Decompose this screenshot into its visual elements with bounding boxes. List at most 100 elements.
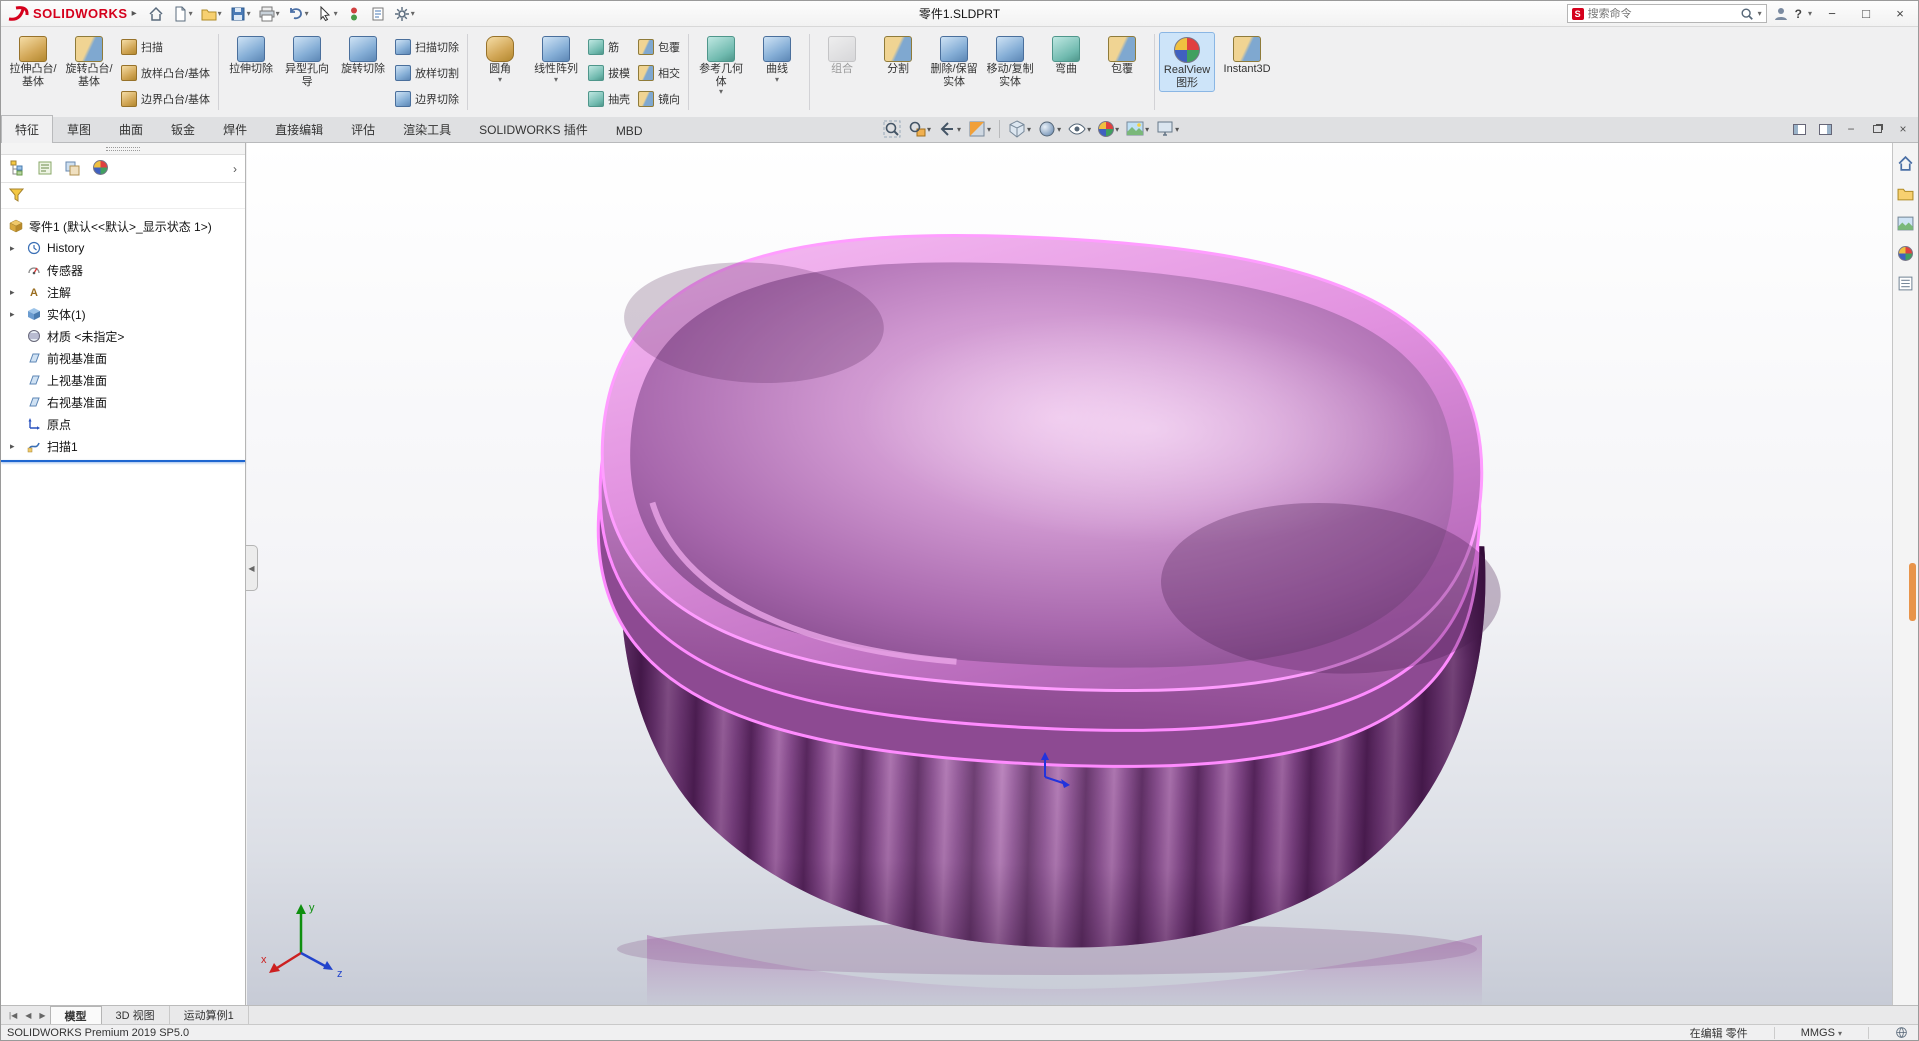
tab-evaluate[interactable]: 评估 <box>337 115 389 142</box>
draft-button[interactable]: 拔模 <box>584 60 634 86</box>
3d-views-tab[interactable]: 3D 视图 <box>102 1006 170 1024</box>
tree-item-material[interactable]: 材质 <未指定> <box>1 325 245 347</box>
new-document-button[interactable]: ▾ <box>169 4 196 24</box>
split-button[interactable]: 分割 <box>870 32 926 78</box>
expand-arrow-icon[interactable]: ▸ <box>10 441 15 452</box>
tree-item-history[interactable]: ▸ History <box>1 237 245 259</box>
rib-button[interactable]: 筋 <box>584 34 634 60</box>
panel-expand-arrow[interactable]: › <box>233 162 237 176</box>
revolve-boss-base-button[interactable]: 旋转凸台/基体 <box>61 32 117 90</box>
web-globe-icon[interactable] <box>1895 1026 1908 1039</box>
wrap-button[interactable]: 包覆 <box>634 34 684 60</box>
reference-geometry-button[interactable]: 参考几何体 ▾ <box>693 32 749 98</box>
pane-split-left-button[interactable] <box>1790 120 1808 138</box>
hole-wizard-button[interactable]: 异型孔向导 <box>279 32 335 90</box>
linear-pattern-button[interactable]: 线性阵列 ▾ <box>528 32 584 86</box>
featuremanager-tree-tab[interactable] <box>9 160 27 178</box>
display-style-button[interactable]: ▾ <box>1036 119 1063 139</box>
apply-scene-button[interactable]: ▾ <box>1124 119 1151 139</box>
revolved-cut-button[interactable]: 旋转切除 <box>335 32 391 78</box>
tab-surfaces[interactable]: 曲面 <box>105 115 157 142</box>
fillet-button[interactable]: 圆角 ▾ <box>472 32 528 86</box>
fillet-dropdown-arrow[interactable]: ▾ <box>498 75 502 84</box>
swept-boss-base-button[interactable]: 扫描 <box>117 34 214 60</box>
hide-show-items-button[interactable]: ▾ <box>1066 119 1093 139</box>
tab-solidworks-addins[interactable]: SOLIDWORKS 插件 <box>465 115 602 142</box>
reference-geometry-dropdown-arrow[interactable]: ▾ <box>719 88 723 96</box>
previous-view-button[interactable]: ▾ <box>936 119 963 139</box>
zoom-to-fit-button[interactable] <box>881 119 903 139</box>
design-library-tab[interactable] <box>1896 183 1916 203</box>
tree-item-sensors[interactable]: 传感器 <box>1 259 245 281</box>
scroll-right-button[interactable]: ▶ <box>35 1006 49 1024</box>
tree-item-sweep1[interactable]: ▸ 扫描1 <box>1 435 245 457</box>
tree-item-origin[interactable]: 原点 <box>1 413 245 435</box>
filter-funnel-icon[interactable] <box>9 188 24 203</box>
instant3d-button[interactable]: Instant3D <box>1215 32 1279 78</box>
tab-sketch[interactable]: 草图 <box>53 115 105 142</box>
tab-direct-editing[interactable]: 直接编辑 <box>261 115 337 142</box>
expand-arrow-icon[interactable]: ▸ <box>10 287 15 298</box>
motion-study-tab[interactable]: 运动算例1 <box>170 1006 249 1024</box>
combine-button[interactable]: 组合 <box>814 32 870 78</box>
tab-features[interactable]: 特征 <box>1 115 54 143</box>
user-account-icon[interactable] <box>1773 6 1789 22</box>
tab-sheet-metal[interactable]: 钣金 <box>157 115 209 142</box>
options-button[interactable]: ▾ <box>391 4 418 24</box>
tree-item-front-plane[interactable]: 前视基准面 <box>1 347 245 369</box>
solidworks-resources-tab[interactable] <box>1896 153 1916 173</box>
rollback-bar[interactable] <box>1 460 245 462</box>
edit-appearance-button[interactable]: ▾ <box>1096 120 1121 138</box>
intersect-button[interactable]: 相交 <box>634 60 684 86</box>
view-orientation-button[interactable]: ▾ <box>1006 119 1033 139</box>
doc-close-button[interactable]: × <box>1894 120 1912 138</box>
tab-weldments[interactable]: 焊件 <box>209 115 261 142</box>
view-settings-button[interactable]: ▾ <box>1154 119 1181 139</box>
boundary-cut-button[interactable]: 边界切除 <box>391 86 463 112</box>
file-properties-button[interactable] <box>367 4 389 24</box>
curves-button[interactable]: 曲线 ▾ <box>749 32 805 86</box>
pane-split-right-button[interactable] <box>1816 120 1834 138</box>
doc-minimize-button[interactable]: − <box>1842 120 1860 138</box>
tree-item-solid-bodies[interactable]: ▸ 实体(1) <box>1 303 245 325</box>
propertymanager-tab[interactable] <box>37 160 55 178</box>
home-button[interactable] <box>145 4 167 24</box>
delete-keep-body-button[interactable]: 删除/保留实体 <box>926 32 982 90</box>
search-dropdown-arrow[interactable]: ▾ <box>1758 9 1762 18</box>
print-button[interactable]: ▾ <box>256 4 283 24</box>
boundary-boss-base-button[interactable]: 边界凸台/基体 <box>117 86 214 112</box>
swept-cut-button[interactable]: 扫描切除 <box>391 34 463 60</box>
mirror-button[interactable]: 镜向 <box>634 86 684 112</box>
open-button[interactable]: ▾ <box>198 4 225 24</box>
shell-button[interactable]: 抽壳 <box>584 86 634 112</box>
help-dropdown-arrow[interactable]: ▾ <box>1808 9 1812 18</box>
tree-item-annotations[interactable]: ▸ A 注解 <box>1 281 245 303</box>
scroll-first-button[interactable]: |◀ <box>5 1006 21 1024</box>
tree-item-part-root[interactable]: 零件1 (默认<<默认>_显示状态 1>) <box>1 215 245 237</box>
curves-dropdown-arrow[interactable]: ▾ <box>775 75 779 84</box>
wrap-body-button[interactable]: 包覆 <box>1094 32 1150 78</box>
scroll-left-button[interactable]: ◀ <box>21 1006 35 1024</box>
part-lid[interactable] <box>585 213 1518 789</box>
custom-properties-tab[interactable] <box>1896 273 1916 293</box>
panel-collapse-tab[interactable]: ◀ <box>246 545 258 591</box>
rebuild-button[interactable] <box>343 4 365 24</box>
doc-restore-button[interactable] <box>1868 120 1886 138</box>
menu-expand-arrow[interactable]: ▸ <box>132 8 137 19</box>
move-copy-body-button[interactable]: 移动/复制实体 <box>982 32 1038 90</box>
search-magnifier-icon[interactable] <box>1740 7 1754 21</box>
save-button[interactable]: ▾ <box>227 4 254 24</box>
tab-mbd[interactable]: MBD <box>602 118 657 142</box>
configurationmanager-tab[interactable] <box>65 160 83 178</box>
part-3d-model[interactable] <box>247 143 1892 1005</box>
taskpane-scroll-indicator[interactable] <box>1909 563 1916 621</box>
zoom-to-area-button[interactable]: ▾ <box>906 119 933 139</box>
tab-render-tools[interactable]: 渲染工具 <box>389 115 465 142</box>
help-button[interactable]: ? <box>1795 7 1802 21</box>
extrude-boss-base-button[interactable]: 拉伸凸台/基体 <box>5 32 61 90</box>
unit-system-selector[interactable]: MMGS ▾ <box>1801 1027 1842 1039</box>
view-palette-tab[interactable] <box>1896 213 1916 233</box>
lofted-cut-button[interactable]: 放样切割 <box>391 60 463 86</box>
graphics-area[interactable]: y x z <box>247 143 1892 1005</box>
window-maximize-button[interactable]: □ <box>1852 4 1880 24</box>
